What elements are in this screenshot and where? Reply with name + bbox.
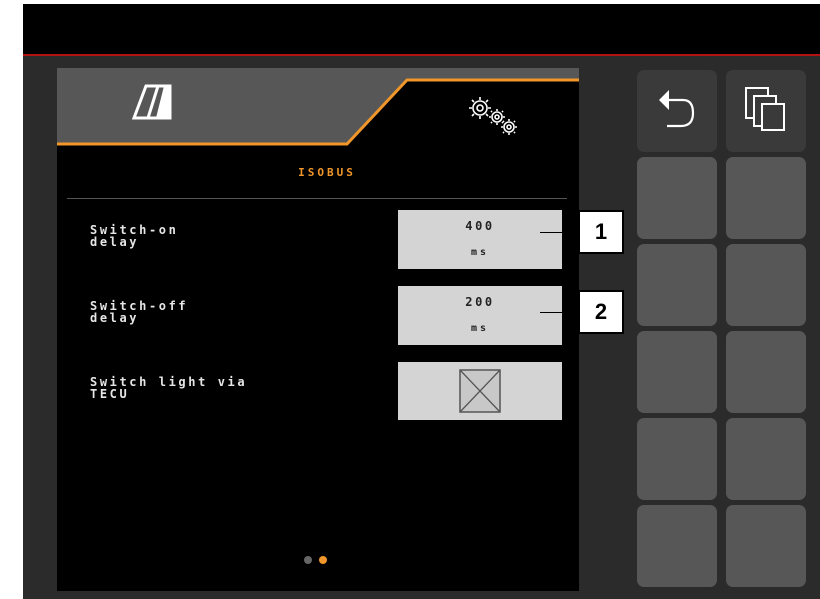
callout-2: 2 [578,290,624,334]
softkey-10[interactable] [726,418,806,500]
softkey-5[interactable] [637,244,717,326]
divider [67,198,567,199]
softkey-11[interactable] [637,505,717,587]
softkey-7[interactable] [637,331,717,413]
back-button[interactable] [637,70,717,152]
copy-button[interactable] [726,70,806,152]
back-arrow-icon [659,90,695,128]
top-bar [23,4,820,56]
gears-icon [469,97,517,135]
softkey-12[interactable] [726,505,806,587]
switch-on-delay-label: Switch-on delay [90,223,179,249]
unchecked-box-icon [459,369,501,413]
softkey-4[interactable] [726,157,806,239]
switch-off-delay-unit: ms [470,323,490,334]
callout-1-leader [540,232,580,233]
switch-off-delay-label: Switch-off delay [90,299,189,325]
switch-off-delay-field[interactable]: 200 ms [398,286,562,345]
section-title: ISOBUS [298,166,356,179]
switch-light-label: Switch light via TECU [90,375,248,401]
copy-pages-icon [745,87,785,131]
switch-on-delay-unit: ms [470,247,490,258]
page-dot-1 [304,556,312,564]
tab-machine[interactable] [57,68,317,144]
callout-1: 1 [578,210,624,254]
page-dot-2-active [319,556,327,564]
softkey-9[interactable] [637,418,717,500]
switch-light-checkbox[interactable] [398,362,562,420]
machine-icon [131,84,172,120]
tab-settings[interactable] [420,82,560,144]
switch-on-delay-field[interactable]: 400 ms [398,210,562,269]
softkey-3[interactable] [637,157,717,239]
switch-on-delay-value: 400 [465,219,495,233]
softkey-8[interactable] [726,331,806,413]
switch-off-delay-value: 200 [465,295,495,309]
callout-2-leader [540,312,580,313]
softkey-6[interactable] [726,244,806,326]
page-indicator [304,556,334,566]
